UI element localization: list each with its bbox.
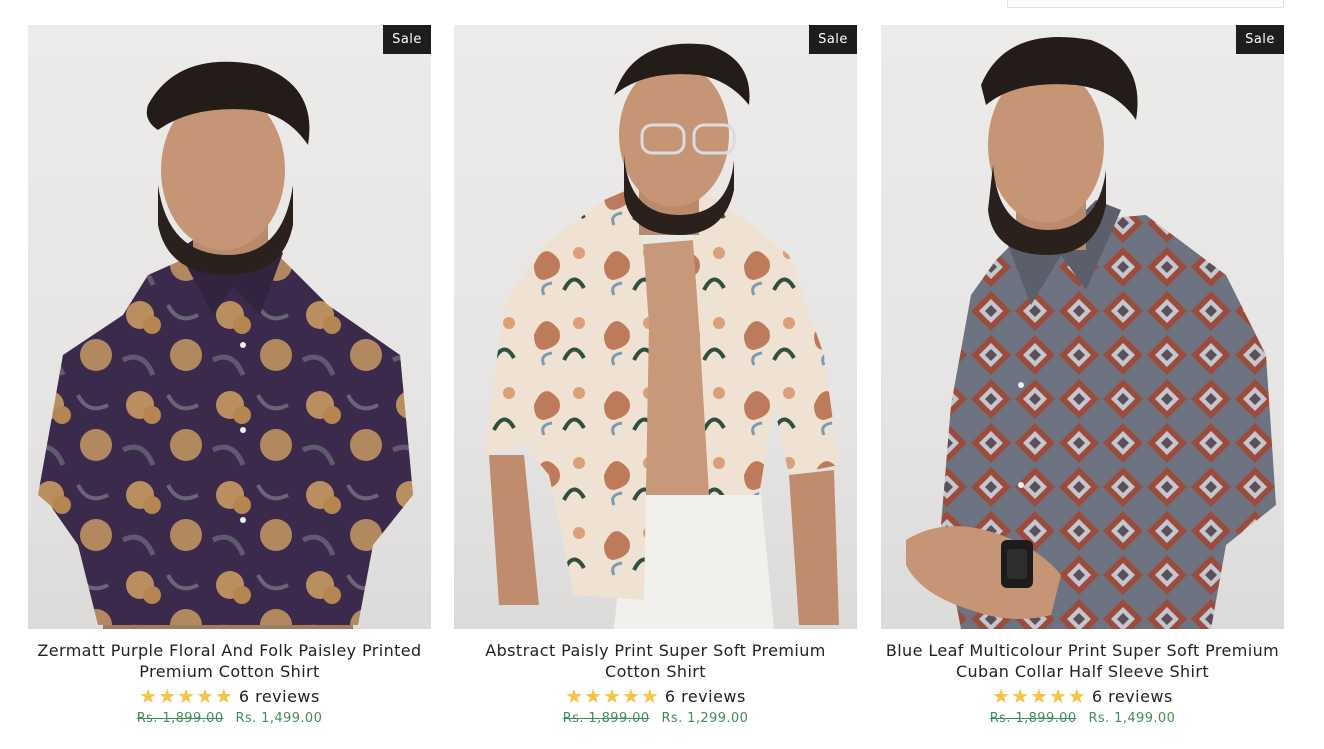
compare-price: Rs. 1,899.00 [136, 711, 224, 726]
star-icon: ★ [640, 684, 659, 708]
sort-select[interactable] [1007, 0, 1284, 8]
star-icon: ★ [177, 684, 195, 708]
star-icon: ★ [1067, 684, 1086, 708]
star-rating: ★ ★ ★ ★ ★ [565, 686, 659, 706]
rating-row[interactable]: ★ ★ ★ ★ ★ 6 reviews [28, 684, 431, 708]
model-photo [484, 43, 839, 629]
compare-price: Rs. 1,899.00 [989, 711, 1077, 726]
sale-price: Rs. 1,299.00 [661, 711, 749, 726]
star-icon: ★ [139, 684, 158, 708]
product-image[interactable]: Sale [28, 25, 431, 629]
rating-row[interactable]: ★ ★ ★ ★ ★ 6 reviews [454, 684, 857, 708]
model-photo [38, 61, 413, 629]
star-icon: ★ [992, 684, 1011, 708]
sale-price: Rs. 1,499.00 [235, 711, 323, 726]
product-image[interactable]: Sale [881, 25, 1284, 629]
sale-badge: Sale [1236, 25, 1284, 54]
star-icon: ★ [1030, 684, 1048, 708]
model-photo [906, 37, 1276, 629]
sale-price: Rs. 1,499.00 [1088, 711, 1176, 726]
rating-row[interactable]: ★ ★ ★ ★ ★ 6 reviews [881, 684, 1284, 708]
star-icon: ★ [584, 684, 603, 708]
price-row: Rs. 1,899.00 Rs. 1,299.00 [454, 711, 857, 726]
star-icon: ★ [1011, 684, 1030, 708]
price-row: Rs. 1,899.00 Rs. 1,499.00 [881, 711, 1284, 726]
product-card[interactable]: Sale Blue Leaf Multicolour Print Super S… [881, 25, 1284, 726]
product-grid: Sale Zermatt Purple Floral And Folk Pais… [0, 0, 1324, 749]
star-icon: ★ [214, 684, 233, 708]
star-icon: ★ [603, 684, 621, 708]
star-icon: ★ [1048, 684, 1067, 708]
product-card[interactable]: Sale Zermatt Purple Floral And Folk Pais… [28, 25, 431, 726]
review-count[interactable]: 6 reviews [1092, 687, 1173, 706]
sale-badge: Sale [383, 25, 431, 54]
review-count[interactable]: 6 reviews [665, 687, 746, 706]
product-image[interactable]: Sale [454, 25, 857, 629]
star-icon: ★ [621, 684, 640, 708]
review-count[interactable]: 6 reviews [239, 687, 320, 706]
product-title[interactable]: Abstract Paisly Print Super Soft Premium… [454, 640, 857, 682]
star-icon: ★ [195, 684, 214, 708]
sale-badge: Sale [809, 25, 857, 54]
star-rating: ★ ★ ★ ★ ★ [992, 686, 1086, 706]
star-rating: ★ ★ ★ ★ ★ [139, 686, 233, 706]
compare-price: Rs. 1,899.00 [562, 711, 650, 726]
product-title[interactable]: Zermatt Purple Floral And Folk Paisley P… [28, 640, 431, 682]
product-title[interactable]: Blue Leaf Multicolour Print Super Soft P… [881, 640, 1284, 682]
star-icon: ★ [565, 684, 584, 708]
star-icon: ★ [158, 684, 177, 708]
product-card[interactable]: Sale Abstract Paisly Print Super Soft Pr… [454, 25, 857, 726]
price-row: Rs. 1,899.00 Rs. 1,499.00 [28, 711, 431, 726]
